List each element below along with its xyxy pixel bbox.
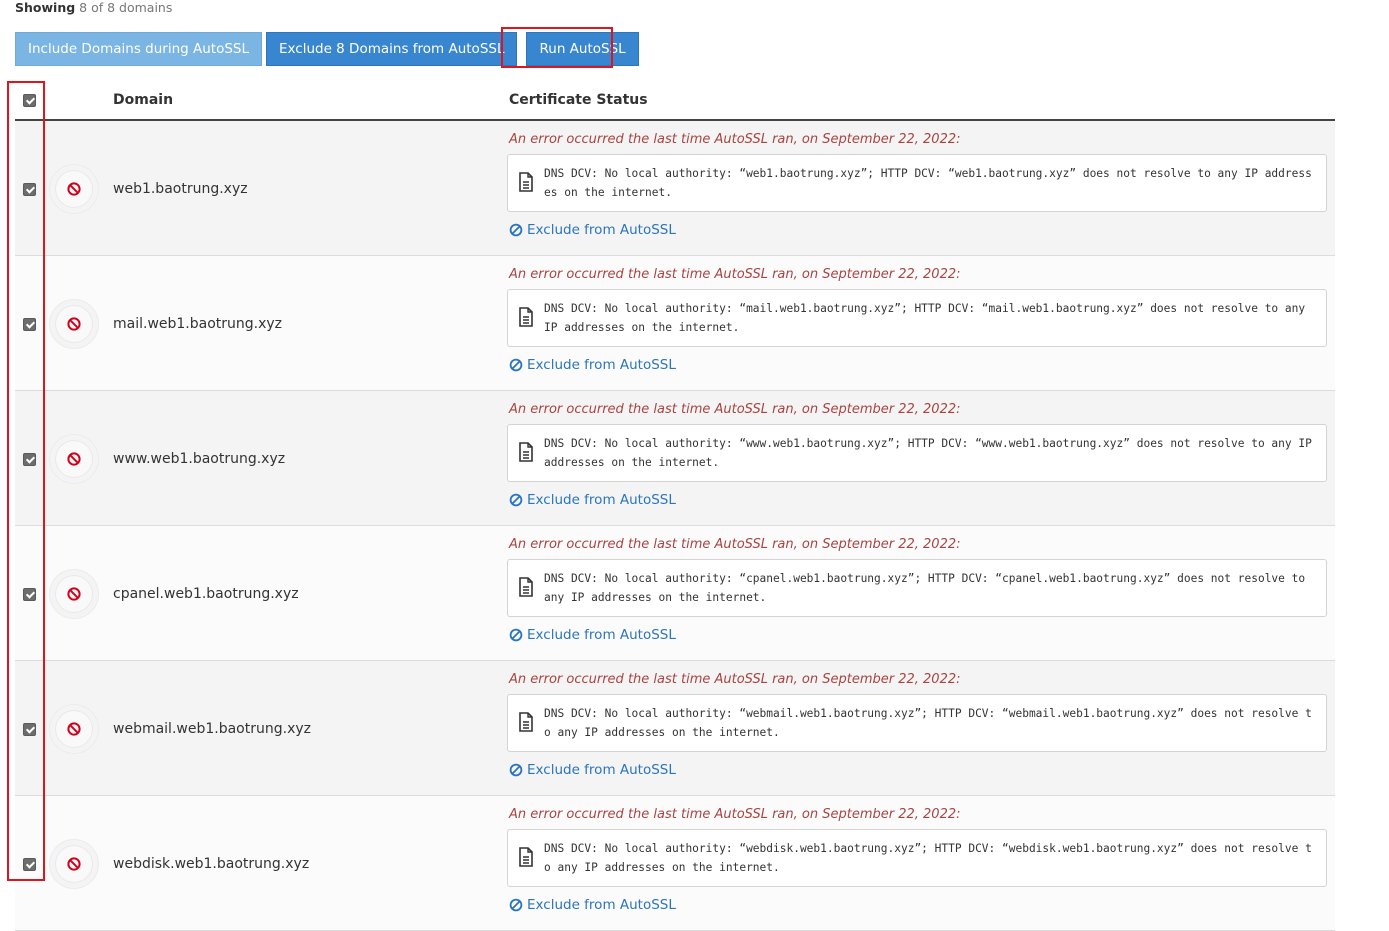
error-heading: An error occurred the last time AutoSSL … <box>509 267 961 282</box>
file-text-icon <box>519 847 533 867</box>
include-domains-button[interactable]: Include Domains during AutoSSL <box>15 32 262 66</box>
status-indicator <box>49 569 99 619</box>
error-message-box: DNS DCV: No local authority: “www.web1.b… <box>507 424 1327 482</box>
exclude-from-autossl-link[interactable]: Exclude from AutoSSL <box>509 222 676 238</box>
ban-icon <box>509 358 523 372</box>
table-row: www.web1.baotrung.xyz An error occurred … <box>15 391 1335 526</box>
certificate-status-column-header: Certificate Status <box>509 92 648 108</box>
exclude-link-label: Exclude from AutoSSL <box>527 357 676 373</box>
error-message-text: DNS DCV: No local authority: “web1.baotr… <box>544 167 1312 199</box>
exclude-link-label: Exclude from AutoSSL <box>527 492 676 508</box>
domain-name: webmail.web1.baotrung.xyz <box>113 721 311 737</box>
ban-icon <box>67 722 81 736</box>
exclude-from-autossl-link[interactable]: Exclude from AutoSSL <box>509 357 676 373</box>
domains-table-body: web1.baotrung.xyz An error occurred the … <box>15 121 1335 931</box>
domain-column-header: Domain <box>113 92 174 108</box>
error-message-box: DNS DCV: No local authority: “webdisk.we… <box>507 829 1327 887</box>
table-row: webmail.web1.baotrung.xyz An error occur… <box>15 661 1335 796</box>
showing-label: Showing <box>15 0 76 15</box>
row-checkbox[interactable] <box>23 183 36 196</box>
ban-icon <box>509 763 523 777</box>
status-indicator <box>49 434 99 484</box>
error-heading: An error occurred the last time AutoSSL … <box>509 132 961 147</box>
run-autossl-button[interactable]: Run AutoSSL <box>526 32 639 66</box>
file-text-icon <box>519 577 533 597</box>
error-message-text: DNS DCV: No local authority: “www.web1.b… <box>544 437 1312 469</box>
domains-count: Showing 8 of 8 domains <box>15 0 172 15</box>
action-toolbar: Include Domains during AutoSSL Exclude 8… <box>15 32 639 66</box>
table-row: web1.baotrung.xyz An error occurred the … <box>15 121 1335 256</box>
row-checkbox[interactable] <box>23 588 36 601</box>
exclude-from-autossl-link[interactable]: Exclude from AutoSSL <box>509 627 676 643</box>
ban-icon <box>67 857 81 871</box>
domain-name: cpanel.web1.baotrung.xyz <box>113 586 299 602</box>
exclude-from-autossl-link[interactable]: Exclude from AutoSSL <box>509 897 676 913</box>
table-row: cpanel.web1.baotrung.xyz An error occurr… <box>15 526 1335 661</box>
file-text-icon <box>519 442 533 462</box>
error-message-text: DNS DCV: No local authority: “mail.web1.… <box>544 302 1306 334</box>
error-heading: An error occurred the last time AutoSSL … <box>509 807 961 822</box>
error-message-box: DNS DCV: No local authority: “webmail.we… <box>507 694 1327 752</box>
row-checkbox[interactable] <box>23 723 36 736</box>
exclude-from-autossl-link[interactable]: Exclude from AutoSSL <box>509 762 676 778</box>
exclude-link-label: Exclude from AutoSSL <box>527 897 676 913</box>
status-indicator <box>49 299 99 349</box>
ban-icon <box>67 452 81 466</box>
error-message-text: DNS DCV: No local authority: “cpanel.web… <box>544 572 1306 604</box>
file-text-icon <box>519 307 533 327</box>
status-indicator <box>49 839 99 889</box>
table-header: Domain Certificate Status <box>15 84 1335 121</box>
showing-count: 8 of 8 domains <box>79 0 173 15</box>
domain-name: web1.baotrung.xyz <box>113 181 248 197</box>
exclude-link-label: Exclude from AutoSSL <box>527 762 676 778</box>
row-checkbox[interactable] <box>23 453 36 466</box>
ban-icon <box>509 628 523 642</box>
file-text-icon <box>519 172 533 192</box>
status-indicator <box>49 164 99 214</box>
ban-icon <box>67 317 81 331</box>
ban-icon <box>67 182 81 196</box>
domain-name: webdisk.web1.baotrung.xyz <box>113 856 310 872</box>
error-message-text: DNS DCV: No local authority: “webdisk.we… <box>544 842 1312 874</box>
error-message-box: DNS DCV: No local authority: “cpanel.web… <box>507 559 1327 617</box>
exclude-link-label: Exclude from AutoSSL <box>527 627 676 643</box>
ban-icon <box>509 898 523 912</box>
error-message-text: DNS DCV: No local authority: “webmail.we… <box>544 707 1312 739</box>
error-message-box: DNS DCV: No local authority: “mail.web1.… <box>507 289 1327 347</box>
ban-icon <box>67 587 81 601</box>
exclude-domains-button[interactable]: Exclude 8 Domains from AutoSSL <box>266 32 518 66</box>
row-checkbox[interactable] <box>23 858 36 871</box>
row-checkbox[interactable] <box>23 318 36 331</box>
select-all-checkbox[interactable] <box>23 94 36 107</box>
ban-icon <box>509 223 523 237</box>
file-text-icon <box>519 712 533 732</box>
domain-name: www.web1.baotrung.xyz <box>113 451 286 467</box>
ban-icon <box>509 493 523 507</box>
status-indicator <box>49 704 99 754</box>
exclude-from-autossl-link[interactable]: Exclude from AutoSSL <box>509 492 676 508</box>
table-row: mail.web1.baotrung.xyz An error occurred… <box>15 256 1335 391</box>
error-heading: An error occurred the last time AutoSSL … <box>509 672 961 687</box>
exclude-link-label: Exclude from AutoSSL <box>527 222 676 238</box>
table-row: webdisk.web1.baotrung.xyz An error occur… <box>15 796 1335 931</box>
error-heading: An error occurred the last time AutoSSL … <box>509 402 961 417</box>
error-heading: An error occurred the last time AutoSSL … <box>509 537 961 552</box>
domain-name: mail.web1.baotrung.xyz <box>113 316 283 332</box>
error-message-box: DNS DCV: No local authority: “web1.baotr… <box>507 154 1327 212</box>
